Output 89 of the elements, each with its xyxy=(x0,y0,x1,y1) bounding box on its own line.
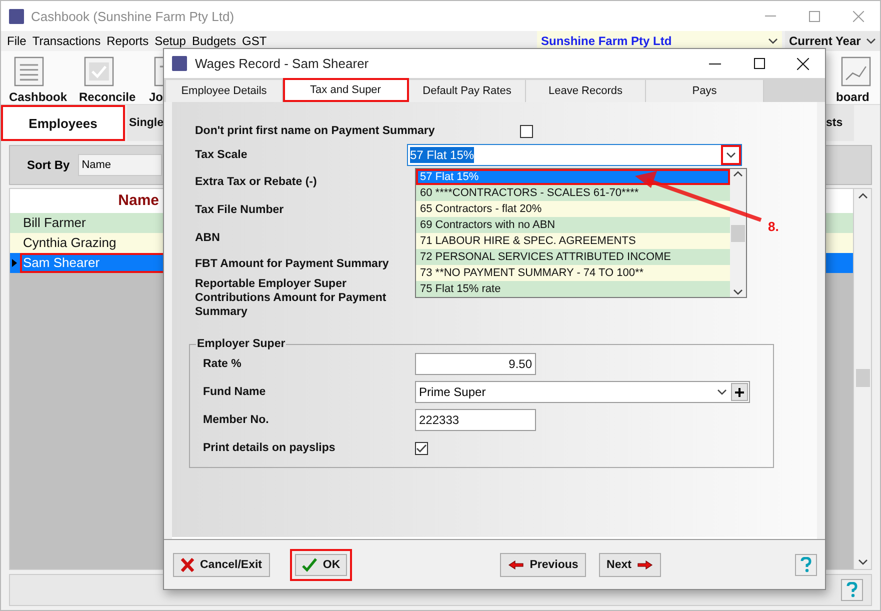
plus-icon xyxy=(735,388,744,396)
dropdown-option[interactable]: 71 LABOUR HIRE & SPEC. AGREEMENTS xyxy=(416,233,730,249)
close-icon xyxy=(852,10,864,22)
ok-button[interactable]: OK xyxy=(290,548,352,580)
field-label: Member No. xyxy=(203,413,270,427)
sort-label: Sort By xyxy=(27,158,70,172)
menu-item[interactable]: GST xyxy=(236,34,267,48)
fund-dropdown[interactable]: Prime Super xyxy=(415,381,750,403)
minimize-icon xyxy=(709,62,721,64)
checkbox[interactable] xyxy=(520,124,533,138)
maximize-icon xyxy=(754,58,764,69)
annotation-number: 8. xyxy=(768,219,779,234)
app-icon xyxy=(9,8,24,24)
toolbar-button[interactable]: Reconcile xyxy=(79,90,136,104)
dropdown-option[interactable]: 75 Flat 15% rate xyxy=(416,281,730,297)
menu-item[interactable]: File xyxy=(1,34,26,48)
member-field[interactable]: 222333 xyxy=(415,409,536,431)
dropdown-option[interactable]: 69 Contractors with no ABN xyxy=(416,217,730,233)
field-label: Reportable Employer Super Contributions Amount for Payment Summary xyxy=(195,277,388,319)
cancel-button[interactable]: Cancel/Exit xyxy=(173,552,270,576)
scrollbar-thumb[interactable] xyxy=(856,369,870,387)
tab[interactable]: Employees xyxy=(1,105,125,141)
employee-name: Cynthia Grazing xyxy=(22,234,118,252)
field-label: Rate % xyxy=(203,357,242,371)
field-label: Print details on payslips xyxy=(203,441,336,455)
dropdown-option[interactable]: 60 ****CONTRACTORS - SCALES 61-70**** xyxy=(416,185,730,201)
tab[interactable]: Tax and Super xyxy=(283,78,409,102)
field-label: ABN xyxy=(195,231,221,245)
dropdown-option[interactable]: 57 Flat 15% xyxy=(416,169,730,185)
scroll-down-icon xyxy=(733,289,743,295)
toolbar-button[interactable]: board xyxy=(836,90,870,104)
dropdown-option[interactable]: 72 PERSONAL SERVICES ATTRIBUTED INCOME xyxy=(416,249,730,265)
field-label: Tax Scale xyxy=(195,148,248,162)
toolbar-button[interactable]: Jo xyxy=(149,90,164,104)
close-icon xyxy=(797,58,809,70)
column-header: Name xyxy=(117,191,160,211)
minimize-icon xyxy=(764,15,776,17)
scroll-down-icon xyxy=(858,559,868,565)
current-row-icon xyxy=(12,259,17,267)
menu-item[interactable]: Transactions xyxy=(26,34,101,48)
tab[interactable]: Employee Details xyxy=(166,80,283,102)
tab[interactable]: Single xyxy=(127,105,165,141)
left-arrow-icon xyxy=(508,560,524,570)
help-button[interactable] xyxy=(841,579,863,601)
menu-item[interactable]: Setup xyxy=(148,34,186,48)
help-button[interactable] xyxy=(795,554,817,576)
field-label: Don't print first name on Payment Summary xyxy=(195,124,436,138)
help-icon xyxy=(846,582,858,598)
field-label: Extra Tax or Rebate (-) xyxy=(195,175,318,189)
toolbar-button[interactable]: Cashbook xyxy=(9,90,68,104)
tax-scale-dropdown[interactable]: 57 Flat 15% xyxy=(407,144,742,166)
help-icon xyxy=(800,556,812,572)
scrollbar[interactable] xyxy=(853,189,871,569)
dropdown-option[interactable]: 73 **NO PAYMENT SUMMARY - 74 TO 100** xyxy=(416,265,730,281)
scrollbar[interactable] xyxy=(730,169,746,297)
chevron-down-icon xyxy=(726,152,736,158)
sort-dropdown[interactable]: Name xyxy=(78,154,162,176)
rate-field[interactable]: 9.50 xyxy=(415,353,536,375)
chevron-down-icon xyxy=(768,38,778,44)
chevron-down-icon xyxy=(866,38,876,44)
tab[interactable]: Default Pay Rates xyxy=(409,80,526,102)
menu-item[interactable]: Budgets xyxy=(186,34,236,48)
window-title: Cashbook (Sunshine Farm Pty Ltd) xyxy=(31,8,234,24)
tab[interactable]: sts xyxy=(824,105,854,141)
scroll-up-icon xyxy=(858,193,868,199)
maximize-icon xyxy=(808,10,820,22)
field-label: Fund Name xyxy=(203,385,267,399)
menu-item[interactable]: Reports xyxy=(100,34,149,48)
check-icon xyxy=(302,558,317,572)
dropdown-option[interactable]: 65 Contractors - flat 20% xyxy=(416,201,730,217)
app-icon xyxy=(172,56,187,71)
cross-icon xyxy=(181,558,194,572)
next-button[interactable]: Next xyxy=(599,552,661,576)
dropdown-button[interactable] xyxy=(721,145,741,165)
chevron-down-icon xyxy=(717,389,727,395)
dialog-title: Wages Record - Sam Shearer xyxy=(195,56,369,71)
scrollbar-thumb[interactable] xyxy=(731,225,745,242)
period-dropdown[interactable]: Current Year xyxy=(785,31,880,51)
add-button[interactable] xyxy=(731,383,748,401)
scroll-up-icon xyxy=(733,171,743,177)
field-label: Tax File Number xyxy=(195,203,285,217)
tab[interactable]: Pays xyxy=(646,80,764,102)
field-label: FBT Amount for Payment Summary xyxy=(195,257,390,271)
employee-name: Bill Farmer xyxy=(22,214,87,232)
checkbox[interactable] xyxy=(415,442,428,454)
previous-button[interactable]: Previous xyxy=(500,552,586,576)
group-title: Employer Super xyxy=(196,338,286,350)
tab[interactable]: Leave Records xyxy=(526,80,646,102)
right-arrow-icon xyxy=(637,560,654,570)
